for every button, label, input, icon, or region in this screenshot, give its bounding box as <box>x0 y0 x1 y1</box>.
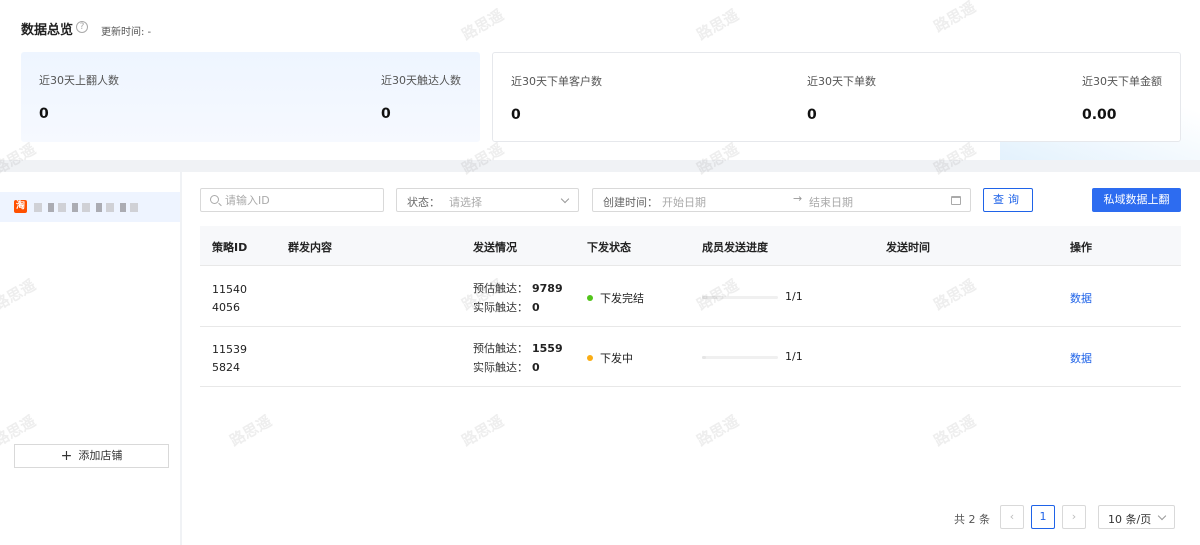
column-header: 群发内容 <box>288 241 332 254</box>
update-time: 更新时间: - <box>101 27 152 38</box>
total-count: 共 2 条 <box>954 513 990 526</box>
status-text: 下发完结 <box>600 292 644 305</box>
actual-reach-label: 实际触达： <box>473 301 528 314</box>
column-header: 策略ID <box>212 241 248 254</box>
order-stats-card: 近30天下单客户数 0 近30天下单数 0 近30天下单金额 0.00 <box>492 52 1181 142</box>
table-row: 115395824 预估触达： 1559 实际触达： 0 下发中 1/1 数据 <box>200 327 1181 387</box>
shop-name-masked <box>34 203 144 212</box>
data-overview-panel: 数据总览 ? 更新时间: - 近30天上翻人数 0 近30天触达人数 0 近30… <box>0 0 1200 160</box>
send-info: 预估触达： 1559 实际触达： 0 <box>473 339 563 377</box>
stat-label: 近30天触达人数 <box>381 74 461 87</box>
status-dot-icon <box>587 355 593 361</box>
chevron-down-icon <box>560 194 570 204</box>
data-link[interactable]: 数据 <box>1070 350 1092 366</box>
est-reach-value: 1559 <box>532 342 563 355</box>
stat-order-count: 近30天下单数 0 <box>807 73 876 123</box>
stat-reach-users: 近30天触达人数 0 <box>381 72 461 122</box>
stat-value: 0 <box>381 106 391 122</box>
page-size-value: 10 条/页 <box>1108 513 1152 526</box>
add-shop-label: 添加店铺 <box>78 449 123 462</box>
stat-value: 0 <box>807 107 817 123</box>
prev-page-button[interactable]: ‹ <box>1000 505 1024 529</box>
stat-label: 近30天上翻人数 <box>39 74 119 87</box>
dispatch-status: 下发中 <box>587 350 633 366</box>
est-reach-label: 预估触达： <box>473 282 528 295</box>
progress-text: 1/1 <box>785 290 803 303</box>
stat-value: 0 <box>39 106 49 122</box>
column-header: 发送时间 <box>886 241 930 254</box>
id-search-field[interactable] <box>200 188 384 212</box>
search-icon <box>210 195 219 204</box>
actual-reach-label: 实际触达： <box>473 361 528 374</box>
stat-label: 近30天下单数 <box>807 75 876 88</box>
page-1-button[interactable]: 1 <box>1031 505 1055 529</box>
stat-order-amount: 近30天下单金额 0.00 <box>1082 73 1162 123</box>
column-header: 发送情况 <box>473 241 517 254</box>
status-dot-icon <box>587 295 593 301</box>
column-header: 操作 <box>1070 241 1092 254</box>
est-reach-value: 9789 <box>532 282 563 295</box>
taobao-logo-icon: 淘 <box>14 200 27 213</box>
stat-label: 近30天下单金额 <box>1082 75 1162 88</box>
status-select[interactable]: 状态： 请选择 <box>396 188 579 212</box>
calendar-icon <box>951 196 961 205</box>
table-header: 策略ID 群发内容 发送情况 下发状态 成员发送进度 发送时间 操作 <box>200 226 1181 266</box>
page-title: 数据总览 <box>21 23 74 38</box>
add-shop-button[interactable]: + 添加店铺 <box>14 444 169 468</box>
shop-sidebar: 淘 + 添加店铺 <box>0 172 180 545</box>
stat-label: 近30天下单客户数 <box>511 75 602 88</box>
strategy-id: 115395824 <box>212 343 247 374</box>
help-icon[interactable]: ? <box>76 21 88 33</box>
progress-fill <box>702 356 706 359</box>
send-info: 预估触达： 9789 实际触达： 0 <box>473 279 563 317</box>
page-size-select[interactable]: 10 条/页 <box>1098 505 1175 529</box>
stat-order-customers: 近30天下单客户数 0 <box>511 73 602 123</box>
stat-value: 0 <box>511 107 521 123</box>
next-page-button[interactable]: › <box>1062 505 1086 529</box>
progress-text: 1/1 <box>785 350 803 363</box>
table-row: 115404056 预估触达： 9789 实际触达： 0 下发完结 1/1 数据 <box>200 267 1181 327</box>
query-button[interactable]: 查询 <box>983 188 1033 212</box>
column-header: 成员发送进度 <box>702 241 768 254</box>
status-label: 状态： <box>407 196 440 209</box>
progress-bar <box>702 296 778 299</box>
progress-fill <box>702 296 718 299</box>
id-search-input[interactable] <box>225 192 375 208</box>
data-link[interactable]: 数据 <box>1070 290 1092 306</box>
strategy-list-panel: 状态： 请选择 创建时间： 开始日期 → 结束日期 查询 私域数据上翻 策略ID… <box>182 172 1200 545</box>
status-placeholder: 请选择 <box>449 196 482 209</box>
reach-stats-card: 近30天上翻人数 0 近30天触达人数 0 <box>21 52 480 142</box>
column-header: 下发状态 <box>587 241 631 254</box>
plus-icon: + <box>60 448 73 464</box>
dispatch-status: 下发完结 <box>587 290 644 306</box>
stat-value: 0.00 <box>1082 107 1117 123</box>
strategy-id: 115404056 <box>212 283 247 314</box>
created-date-range[interactable]: 创建时间： 开始日期 → 结束日期 <box>592 188 971 212</box>
arrow-right-icon: → <box>793 192 803 205</box>
stat-upload-users: 近30天上翻人数 0 <box>39 72 119 122</box>
shop-item[interactable]: 淘 <box>0 192 180 222</box>
progress-bar <box>702 356 778 359</box>
created-label: 创建时间： <box>603 196 658 209</box>
private-data-upload-button[interactable]: 私域数据上翻 <box>1092 188 1181 212</box>
end-date-input[interactable]: 结束日期 <box>809 194 853 210</box>
chevron-down-icon <box>1157 511 1167 521</box>
status-text: 下发中 <box>600 352 633 365</box>
actual-reach-value: 0 <box>532 361 540 374</box>
actual-reach-value: 0 <box>532 301 540 314</box>
est-reach-label: 预估触达： <box>473 342 528 355</box>
start-date-input[interactable]: 开始日期 <box>662 194 706 210</box>
